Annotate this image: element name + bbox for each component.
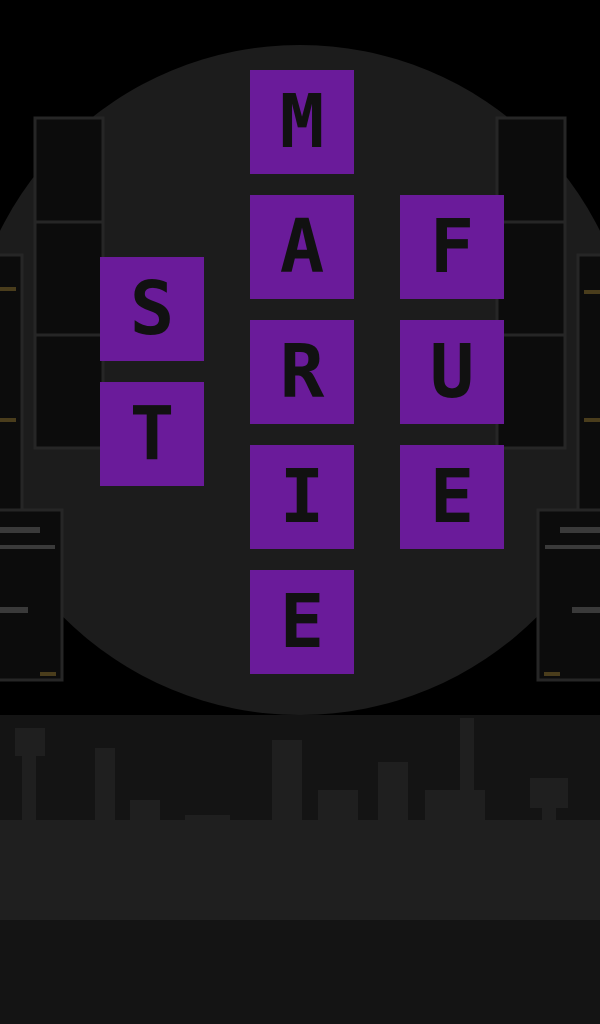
letter-tile[interactable]: E [250, 570, 354, 674]
letter-tile[interactable]: F [400, 195, 504, 299]
letter-tile[interactable]: I [250, 445, 354, 549]
tile-letter: S [129, 266, 175, 352]
tile-letter: I [279, 454, 325, 540]
tile-letter: F [429, 204, 475, 290]
letter-tile[interactable]: S [100, 257, 204, 361]
letter-tile[interactable]: E [400, 445, 504, 549]
tile-letter: E [429, 454, 475, 540]
letter-tile[interactable]: A [250, 195, 354, 299]
letter-tile[interactable]: T [100, 382, 204, 486]
tile-letter: A [279, 204, 325, 290]
tile-letter: M [279, 79, 325, 165]
letter-tile[interactable]: U [400, 320, 504, 424]
letter-tile[interactable]: M [250, 70, 354, 174]
tile-letter: T [129, 391, 175, 477]
tile-letter: R [279, 329, 325, 415]
tile-letter: U [429, 329, 475, 415]
tile-letter: E [279, 579, 325, 665]
letter-tile[interactable]: R [250, 320, 354, 424]
